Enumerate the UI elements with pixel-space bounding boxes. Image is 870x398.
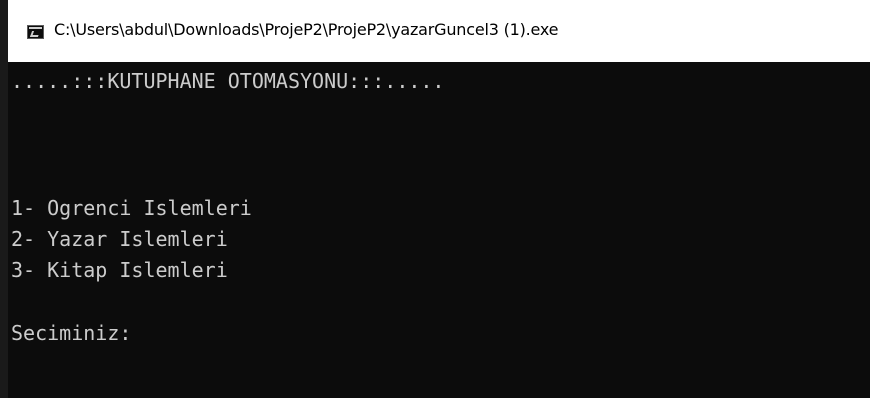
- window-title: C:\Users\abdul\Downloads\ProjeP2\ProjeP2…: [54, 20, 559, 39]
- menu-item-ogrenci: 1- Ogrenci Islemleri: [11, 196, 252, 220]
- title-bar[interactable]: C:\Users\abdul\Downloads\ProjeP2\ProjeP2…: [0, 0, 870, 62]
- console-app-icon[interactable]: [27, 25, 44, 39]
- menu-item-kitap: 3- Kitap Islemleri: [11, 258, 228, 282]
- menu-item-yazar: 2- Yazar Islemleri: [11, 227, 228, 251]
- console-output[interactable]: .....:::KUTUPHANE OTOMASYONU:::..... 1- …: [8, 62, 870, 398]
- console-window: C:\Users\abdul\Downloads\ProjeP2\ProjeP2…: [0, 0, 870, 398]
- console-header: .....:::KUTUPHANE OTOMASYONU:::.....: [11, 69, 445, 93]
- input-prompt: Seciminiz:: [11, 321, 132, 345]
